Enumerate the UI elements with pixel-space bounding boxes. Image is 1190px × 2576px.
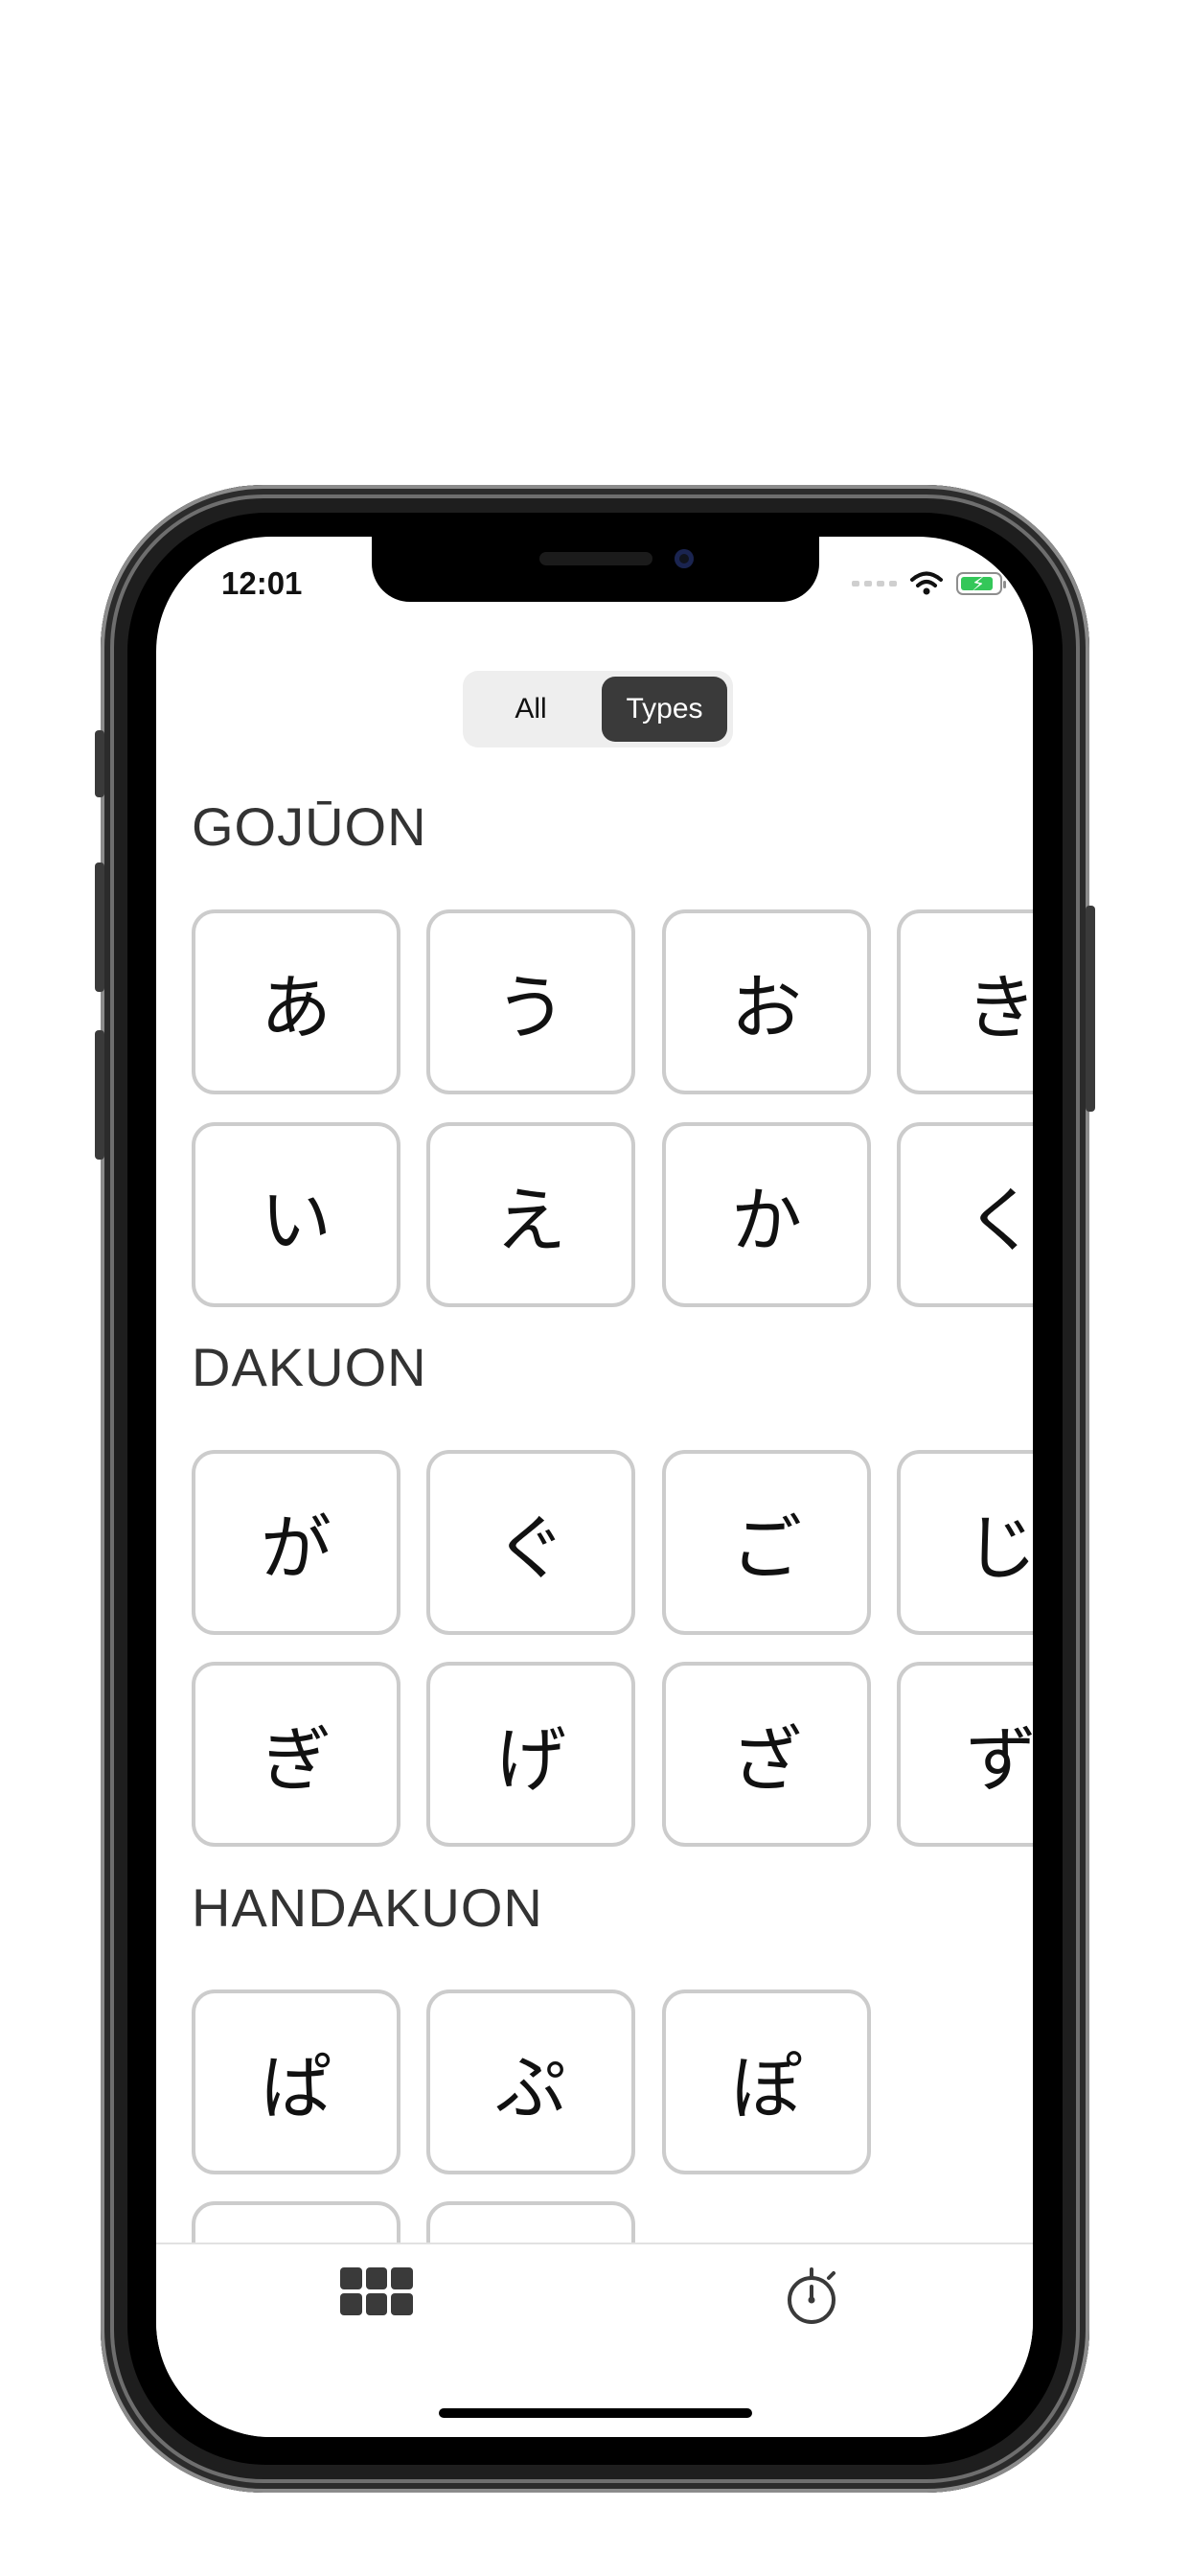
battery-icon: ⚡ [956,572,1006,595]
kana-card[interactable]: が [192,1450,400,1635]
silent-switch [95,730,104,797]
kana-card[interactable]: ご [662,1450,871,1635]
kana-card[interactable]: じ [897,1450,1033,1635]
status-indicators: ⚡ [852,571,1006,596]
kana-card[interactable]: か [662,1122,871,1307]
segment-types[interactable]: Types [602,677,727,742]
wifi-icon [910,571,943,595]
kana-card[interactable]: う [426,909,635,1094]
kana-card[interactable]: ぱ [192,1990,400,2174]
front-camera [675,549,694,568]
kana-card[interactable]: え [426,1122,635,1307]
kana-card[interactable]: ぷ [426,1990,635,2174]
section-title-handakuon: HANDAKUON [192,1877,543,1938]
kana-card[interactable]: ぎ [192,1662,400,1847]
cellular-signal-icon [852,581,897,586]
volume-down-button [95,1030,104,1160]
grid-icon[interactable] [340,2267,413,2315]
power-button [1086,906,1095,1112]
section-title-dakuon: DAKUON [192,1337,427,1397]
kana-card[interactable]: ぽ [662,1990,871,2174]
kana-card[interactable]: ざ [662,1662,871,1847]
status-time: 12:01 [221,565,303,601]
home-indicator[interactable] [439,2408,752,2418]
kana-card[interactable]: く [897,1122,1033,1307]
section-title-gojuon: GOJŪON [192,796,427,857]
kana-card[interactable]: ず [897,1662,1033,1847]
app-screen: 12:01 ⚡ All Types GOJŪON あ う お き い え か く… [156,537,1033,2437]
kana-card[interactable]: お [662,909,871,1094]
speaker-grille [539,552,652,565]
kana-card[interactable]: き [897,909,1033,1094]
segmented-control: All Types [463,671,733,748]
segment-all[interactable]: All [469,677,593,742]
stopwatch-icon[interactable] [783,2266,840,2327]
kana-card[interactable]: い [192,1122,400,1307]
kana-card[interactable]: ぐ [426,1450,635,1635]
volume-up-button [95,862,104,992]
kana-card[interactable]: あ [192,909,400,1094]
notch [372,537,819,602]
kana-card[interactable]: げ [426,1662,635,1847]
